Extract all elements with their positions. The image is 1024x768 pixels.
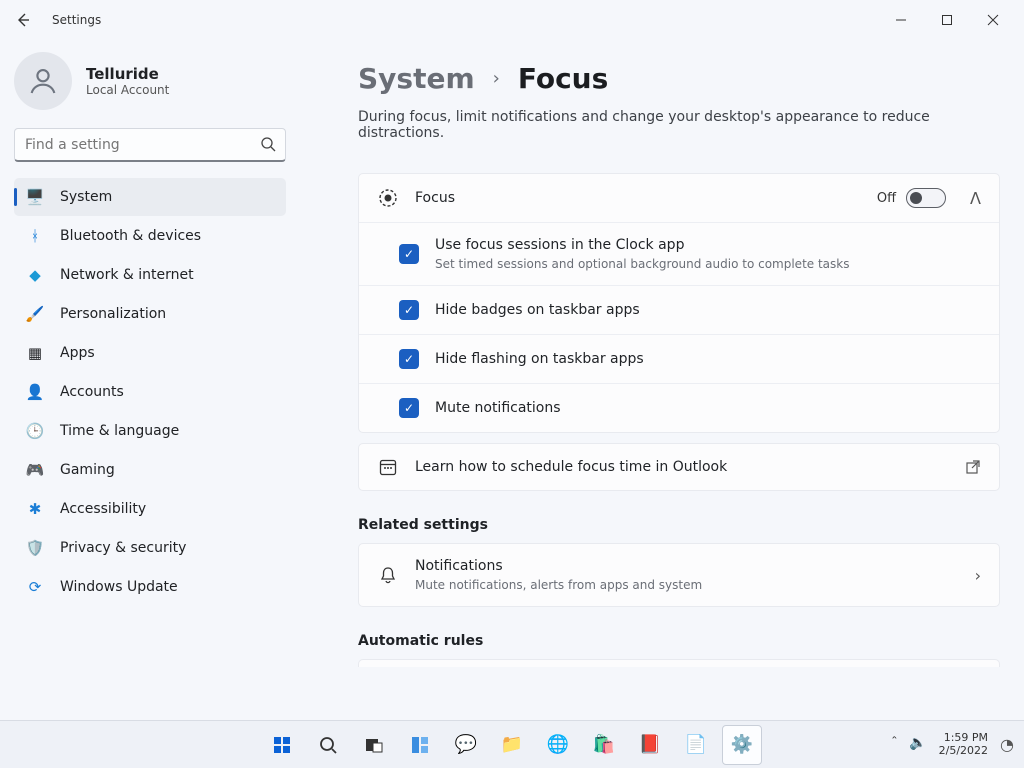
taskbar-edge[interactable]: 🌐 (538, 725, 578, 765)
search-box[interactable] (14, 128, 286, 162)
nav-bluetooth[interactable]: ᚼBluetooth & devices (14, 217, 286, 255)
page-description: During focus, limit notifications and ch… (358, 109, 1000, 141)
focus-option-badges[interactable]: ✓ Hide badges on taskbar apps (359, 285, 999, 334)
taskbar-notepad[interactable]: 📄 (676, 725, 716, 765)
clock-tray[interactable]: 1:59 PM 2/5/2022 (939, 732, 988, 757)
chevron-right-icon: › (975, 566, 981, 585)
display-icon: 🖥️ (24, 188, 46, 206)
content: System › Focus During focus, limit notif… (300, 40, 1024, 720)
notifications-card[interactable]: Notifications Mute notifications, alerts… (358, 543, 1000, 607)
notifications-tray-icon[interactable]: ◔ (1000, 735, 1014, 754)
windows-icon (272, 735, 292, 755)
checkbox-icon[interactable]: ✓ (399, 244, 419, 264)
close-button[interactable] (970, 5, 1016, 35)
shield-icon: 🛡️ (24, 539, 46, 557)
notepad-icon: 📄 (685, 734, 707, 755)
app-title: Settings (52, 13, 101, 27)
chat-icon: 💬 (455, 734, 477, 755)
nav-accounts[interactable]: 👤Accounts (14, 373, 286, 411)
checkbox-icon[interactable]: ✓ (399, 349, 419, 369)
taskbar-search[interactable] (308, 725, 348, 765)
nav-gaming[interactable]: 🎮Gaming (14, 451, 286, 489)
speaker-icon[interactable]: 🔈 (909, 735, 926, 755)
focus-header-row: Focus Off ᐱ (359, 174, 999, 222)
user-block[interactable]: Telluride Local Account (14, 52, 286, 110)
automatic-rules-header: Automatic rules (358, 633, 1000, 649)
focus-card: Focus Off ᐱ ✓ Use focus sessions in the … (358, 173, 1000, 433)
nav-network[interactable]: ◆Network & internet (14, 256, 286, 294)
open-link-icon (965, 459, 981, 475)
taskview-icon (364, 735, 384, 755)
start-button[interactable] (262, 725, 302, 765)
outlook-card[interactable]: Learn how to schedule focus time in Outl… (358, 443, 1000, 491)
chevron-up-icon[interactable]: ᐱ (970, 189, 981, 208)
widgets-icon (410, 735, 430, 755)
focus-title: Focus (415, 190, 861, 206)
nav-system[interactable]: 🖥️System (14, 178, 286, 216)
wifi-icon: ◆ (24, 266, 46, 284)
titlebar: Settings (0, 0, 1024, 40)
user-name: Telluride (86, 65, 169, 83)
apps-icon: ▦ (24, 344, 46, 362)
nav-privacy[interactable]: 🛡️Privacy & security (14, 529, 286, 567)
edge-icon: 🌐 (547, 734, 569, 755)
gear-icon: ⚙️ (731, 734, 753, 755)
search-input[interactable] (14, 128, 286, 162)
bell-icon (377, 566, 399, 584)
focus-toggle[interactable] (906, 188, 946, 208)
tray[interactable]: ＾ 🔈 (887, 735, 926, 755)
folder-icon: 📁 (501, 734, 523, 755)
focus-option-clock[interactable]: ✓ Use focus sessions in the Clock app Se… (359, 222, 999, 285)
automatic-rules-card (358, 659, 1000, 667)
accessibility-icon: ✱ (24, 500, 46, 518)
taskbar-settings[interactable]: ⚙️ (722, 725, 762, 765)
taskbar-app1[interactable]: 📕 (630, 725, 670, 765)
nav-accessibility[interactable]: ✱Accessibility (14, 490, 286, 528)
breadcrumb-current: Focus (518, 62, 608, 95)
taskbar-chat[interactable]: 💬 (446, 725, 486, 765)
nav-list: 🖥️System ᚼBluetooth & devices ◆Network &… (14, 178, 286, 606)
update-icon: ⟳ (24, 578, 46, 596)
calendar-icon (377, 458, 399, 476)
gaming-icon: 🎮 (24, 461, 46, 479)
focus-option-mute[interactable]: ✓ Mute notifications (359, 383, 999, 432)
chevron-up-icon[interactable]: ＾ (887, 735, 901, 755)
person-icon (27, 65, 59, 97)
chevron-right-icon: › (493, 68, 500, 89)
breadcrumb: System › Focus (358, 62, 1000, 95)
focus-option-flashing[interactable]: ✓ Hide flashing on taskbar apps (359, 334, 999, 383)
taskbar-explorer[interactable]: 📁 (492, 725, 532, 765)
nav-apps[interactable]: ▦Apps (14, 334, 286, 372)
nav-personalization[interactable]: 🖌️Personalization (14, 295, 286, 333)
search-icon (260, 136, 276, 152)
search-icon (318, 735, 338, 755)
checkbox-icon[interactable]: ✓ (399, 398, 419, 418)
user-sub: Local Account (86, 83, 169, 97)
nav-time[interactable]: 🕒Time & language (14, 412, 286, 450)
related-settings-header: Related settings (358, 517, 1000, 533)
sidebar: Telluride Local Account 🖥️System ᚼBlueto… (0, 40, 300, 720)
back-button[interactable] (8, 5, 38, 35)
nav-update[interactable]: ⟳Windows Update (14, 568, 286, 606)
minimize-button[interactable] (878, 5, 924, 35)
focus-icon (377, 188, 399, 208)
taskbar-widgets[interactable] (400, 725, 440, 765)
bluetooth-icon: ᚼ (24, 227, 46, 245)
book-icon: 📕 (639, 734, 661, 755)
checkbox-icon[interactable]: ✓ (399, 300, 419, 320)
avatar (14, 52, 72, 110)
taskbar-store[interactable]: 🛍️ (584, 725, 624, 765)
back-arrow-icon (15, 12, 31, 28)
clock-icon: 🕒 (24, 422, 46, 440)
accounts-icon: 👤 (24, 383, 46, 401)
breadcrumb-parent[interactable]: System (358, 62, 475, 95)
taskbar: 💬 📁 🌐 🛍️ 📕 📄 ⚙️ ＾ 🔈 1:59 PM 2/5/2022 ◔ (0, 720, 1024, 768)
paint-icon: 🖌️ (24, 305, 46, 323)
maximize-button[interactable] (924, 5, 970, 35)
store-icon: 🛍️ (593, 734, 615, 755)
focus-state-label: Off (877, 191, 896, 206)
taskbar-taskview[interactable] (354, 725, 394, 765)
